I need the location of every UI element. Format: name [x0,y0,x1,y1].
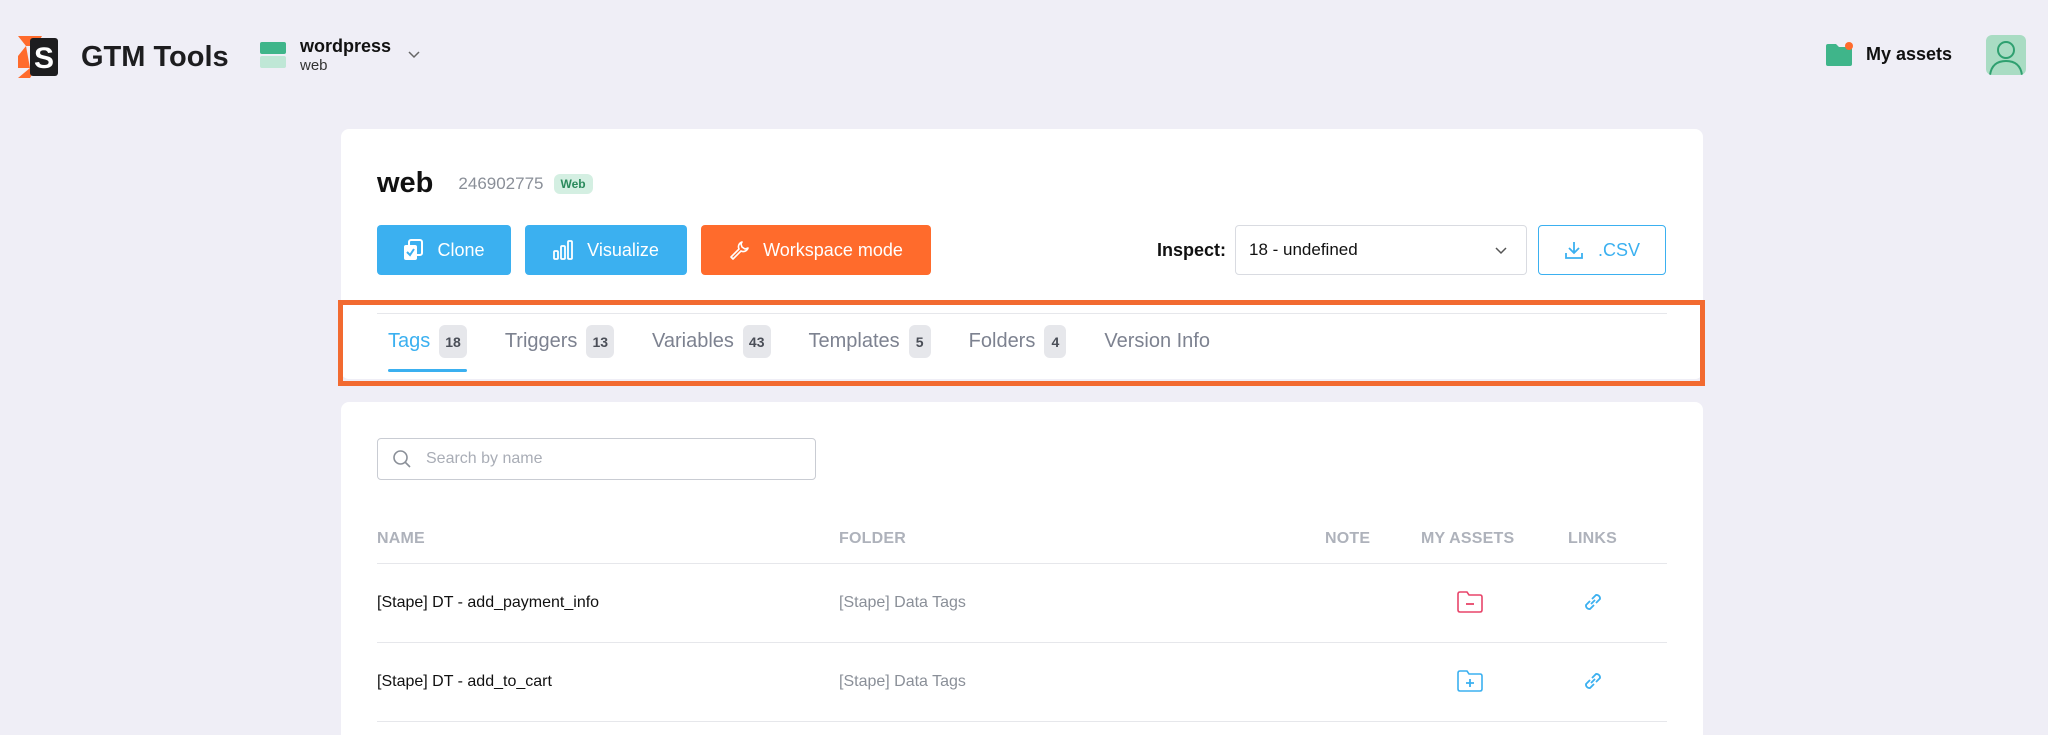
link-icon[interactable] [1579,667,1607,695]
tab-count: 4 [1044,325,1067,358]
table-row-name[interactable]: [Stape] DT - add_payment_info [377,594,599,612]
workspace-card: web 246902775 Web Clone Visualize Worksp… [341,129,1703,379]
column-header-folder: FOLDER [839,530,906,547]
tab-label: Version Info [1104,330,1210,352]
table-row-folder: [Stape] Data Tags [839,673,966,690]
column-header-note: NOTE [1325,530,1371,547]
container-id: 246902775 [458,173,544,193]
clone-button[interactable]: Clone [377,225,511,275]
row-divider [377,642,1667,643]
column-header-links: LINKS [1568,530,1617,547]
chevron-down-icon [1495,247,1507,255]
tab-triggers[interactable]: Triggers 13 [504,325,615,375]
column-header-name: NAME [377,530,425,547]
tab-tags[interactable]: Tags 18 [388,325,467,375]
folder-icon [1826,42,1853,66]
version-select[interactable]: 18 - undefined [1235,225,1527,275]
version-select-value: 18 - undefined [1249,240,1358,259]
stape-logo[interactable]: S [16,36,58,78]
csv-label: .CSV [1597,239,1640,260]
table-row-folder: [Stape] Data Tags [839,594,966,611]
download-icon [1565,242,1583,259]
search-icon [393,450,411,468]
tab-label: Tags [388,330,431,352]
visualize-button[interactable]: Visualize [525,225,687,275]
top-bar: S GTM Tools wordpress web My assets [0,0,2048,110]
link-icon[interactable] [1579,588,1607,616]
tab-templates[interactable]: Templates 5 [809,325,931,375]
clone-icon [404,239,424,260]
user-icon [1989,41,2023,75]
container-sub: web [300,57,328,74]
folder-minus-icon[interactable] [1456,588,1484,616]
platform-badge: Web [553,173,593,194]
csv-download-button[interactable]: .CSV [1538,225,1666,275]
tab-folders[interactable]: Folders 4 [969,325,1067,375]
tab-version-info[interactable]: Version Info [1104,325,1210,375]
app-name: GTM Tools [81,41,229,73]
workspace-mode-button[interactable]: Workspace mode [701,225,931,275]
container-selector[interactable]: wordpress web [260,35,421,75]
inspect-label: Inspect: [1157,240,1227,260]
tab-count: 43 [742,325,771,358]
workspace-mode-label: Workspace mode [763,239,903,260]
search-input[interactable] [426,450,806,468]
tabs-divider [377,313,1667,314]
tab-count: 5 [908,325,931,358]
tab-label: Folders [968,330,1036,352]
my-assets-label: My assets [1866,43,1953,64]
tab-count: 13 [586,325,615,358]
tags-table-card: NAME FOLDER NOTE MY ASSETS LINKS [Stape]… [341,402,1703,735]
wrench-icon [730,241,749,260]
container-name: wordpress [300,36,392,56]
user-avatar[interactable] [1986,35,2026,75]
clone-label: Clone [437,239,485,260]
table-row-name[interactable]: [Stape] DT - add_to_cart [377,673,552,691]
bar-chart-icon [553,240,574,260]
row-divider [377,563,1667,564]
chevron-down-icon [408,51,420,59]
my-assets-link[interactable]: My assets [1826,42,1952,66]
visualize-label: Visualize [587,239,659,260]
workspace-title: web [377,167,434,199]
container-icon [260,42,286,68]
tab-label: Templates [808,330,900,352]
search-box[interactable] [377,438,816,480]
tab-variables[interactable]: Variables 43 [652,325,771,375]
svg-text:S: S [34,42,54,75]
tab-label: Variables [652,330,734,352]
row-divider [377,721,1667,722]
tabs: Tags 18 Triggers 13 Variables 43 Templat… [388,325,1248,375]
tab-label: Triggers [504,330,578,352]
folder-plus-icon[interactable] [1456,667,1484,695]
tab-count: 18 [439,325,467,358]
column-header-my-assets: MY ASSETS [1421,530,1515,547]
